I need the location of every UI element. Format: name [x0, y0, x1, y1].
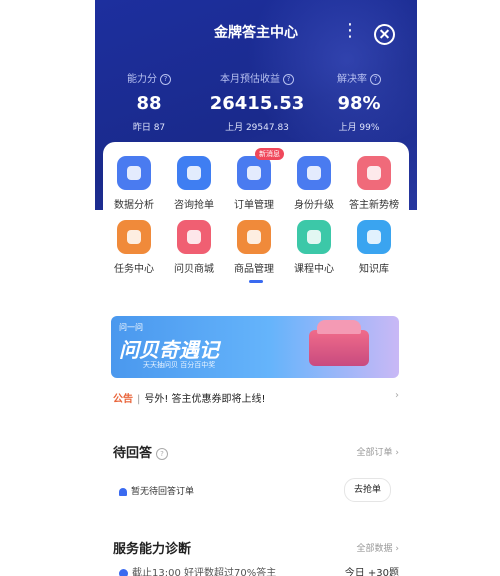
- help-icon[interactable]: ?: [283, 73, 294, 85]
- menu-item-label: 咨询抢单: [174, 200, 214, 211]
- menu-item-label: 课程中心: [294, 264, 334, 275]
- menu-item-consult-grab[interactable]: 咨询抢单: [163, 156, 225, 211]
- diagnosis-text: 截止13:00 好评数超过70%答主: [132, 568, 277, 576]
- book-icon: [357, 220, 391, 254]
- announcement-text: 号外! 答主优惠券即将上线!: [144, 394, 266, 405]
- all-data-link[interactable]: 全部数据 ›: [357, 541, 399, 554]
- stat-monthly-income[interactable]: 本月预估收益? 26415.53 上月 29547.83: [205, 70, 309, 133]
- all-orders-link[interactable]: 全部订单 ›: [357, 445, 399, 458]
- page-indicator: [249, 280, 263, 283]
- menu-item-product-management[interactable]: 商品管理: [223, 220, 285, 275]
- menu-panel: 数据分析 咨询抢单 新消息 订单管理 身份升级 答主新势榜 任务中心 问贝商城: [103, 142, 409, 292]
- lightning-icon: [177, 156, 211, 190]
- stat-ability-score[interactable]: 能力分? 88 昨日 87: [109, 70, 189, 133]
- grab-order-button[interactable]: 去抢单: [343, 478, 391, 502]
- close-icon[interactable]: [374, 24, 395, 45]
- play-icon: [297, 220, 331, 254]
- trophy-icon: [357, 156, 391, 190]
- document-icon: [237, 156, 271, 190]
- diagnosis-item: 截止13:00 好评数超过70%答主: [119, 564, 276, 576]
- menu-item-label: 答主新势榜: [349, 200, 399, 211]
- page-title: 金牌答主中心: [214, 25, 298, 41]
- stat-sub: 昨日 87: [132, 123, 166, 133]
- treasure-chest-icon: [309, 320, 369, 366]
- stat-sub: 上月 99%: [338, 123, 380, 133]
- menu-item-course-center[interactable]: 课程中心: [283, 220, 345, 275]
- banner-title: 问贝奇遇记: [119, 338, 219, 362]
- menu-item-label: 任务中心: [114, 264, 154, 275]
- empty-text: 暂无待回答订单: [131, 487, 195, 497]
- menu-item-identity-upgrade[interactable]: 身份升级: [283, 156, 345, 211]
- menu-item-label: 数据分析: [114, 200, 154, 211]
- more-icon[interactable]: ⋮: [341, 22, 359, 40]
- help-icon[interactable]: ?: [160, 73, 171, 85]
- empty-pending-message: 暂无待回答订单: [119, 484, 194, 497]
- stat-value: 88: [136, 93, 162, 114]
- menu-item-data-analysis[interactable]: 数据分析: [103, 156, 165, 211]
- chevron-right-icon: ›: [395, 390, 399, 401]
- stat-value: 98%: [337, 93, 381, 114]
- help-icon[interactable]: ?: [156, 447, 169, 460]
- cart-icon: [237, 220, 271, 254]
- menu-item-new-stars-ranking[interactable]: 答主新势榜: [343, 156, 405, 211]
- menu-item-label: 问贝商城: [174, 264, 214, 275]
- menu-item-task-center[interactable]: 任务中心: [103, 220, 165, 275]
- divider: |: [137, 394, 141, 405]
- menu-item-knowledge-base[interactable]: 知识库: [343, 220, 405, 275]
- help-icon[interactable]: ?: [370, 73, 381, 85]
- promo-banner[interactable]: 问一问 问贝奇遇记 天天抽问贝 百分百中奖: [111, 316, 399, 378]
- check-icon: [119, 568, 128, 576]
- task-icon: [117, 220, 151, 254]
- stat-value: 26415.53: [209, 93, 305, 114]
- section-diagnosis-title: 服务能力诊断: [113, 542, 192, 557]
- section-title: 待回答: [113, 446, 153, 461]
- announcement-bar[interactable]: 公告 | 号外! 答主优惠券即将上线! ›: [113, 390, 399, 405]
- today-count: 今日 +30题: [344, 568, 399, 576]
- menu-item-label: 订单管理: [234, 200, 274, 211]
- stat-sub: 上月 29547.83: [225, 123, 289, 133]
- stat-resolution-rate[interactable]: 解决率? 98% 上月 99%: [319, 70, 399, 133]
- stat-label: 解决率: [337, 74, 367, 85]
- phone-screen: 金牌答主中心 ⋮ 能力分? 88 昨日 87 本月预估收益? 26415.53 …: [95, 0, 417, 576]
- shell-icon: [177, 220, 211, 254]
- menu-item-order-management[interactable]: 新消息 订单管理: [223, 148, 285, 211]
- menu-item-shell-mall[interactable]: 问贝商城: [163, 220, 225, 275]
- user-icon: [297, 156, 331, 190]
- stat-label: 能力分: [127, 74, 157, 85]
- section-pending-title: 待回答?: [113, 442, 169, 461]
- chart-icon: [117, 156, 151, 190]
- stat-label: 本月预估收益: [220, 74, 280, 85]
- menu-item-label: 知识库: [359, 264, 389, 275]
- menu-item-label: 商品管理: [234, 264, 274, 275]
- menu-item-label: 身份升级: [294, 200, 334, 211]
- banner-subtitle: 天天抽问贝 百分百中奖: [143, 361, 216, 369]
- bell-icon: [119, 487, 127, 496]
- banner-tag: 问一问: [119, 323, 143, 332]
- announcement-label: 公告: [113, 394, 133, 405]
- new-message-badge: 新消息: [255, 148, 284, 160]
